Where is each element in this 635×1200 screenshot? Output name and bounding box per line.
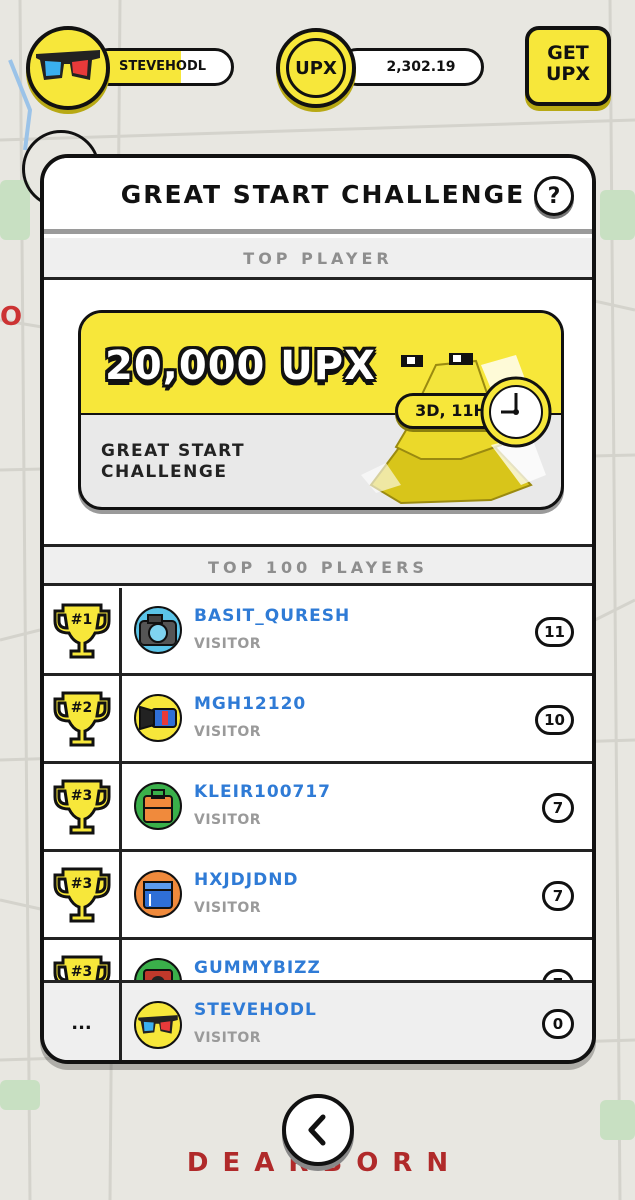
rank-label: #3 [70,787,93,804]
player-name[interactable]: HXJDJDND [194,870,299,890]
player-role: VISITOR [194,636,262,652]
player-score-badge: 11 [535,617,574,647]
player-role: VISITOR [194,724,262,740]
get-upx-label-line2: UPX [545,63,590,85]
rank-cell: #3 [44,764,122,849]
leaderboard-list: #1 BASIT_QURESH VISITOR 11 #2 MGH12120 V [44,588,592,1028]
player-score-badge: 10 [535,705,574,735]
map-edge-label: O [0,302,23,332]
get-upx-button[interactable]: GET UPX [525,26,611,106]
trophy-icon: #3 [53,777,111,837]
chevron-left-icon [308,1114,326,1146]
player-role: VISITOR [194,900,262,916]
rank-cell: #3 [44,852,122,937]
flashlight-icon [134,694,182,742]
back-button[interactable] [282,1094,354,1166]
trophy-icon: #3 [53,865,111,925]
leaderboard-row[interactable]: #3 KLEIR100717 VISITOR 7 [44,764,592,852]
self-player-role: VISITOR [194,1030,262,1046]
rank-cell: #2 [44,676,122,761]
rank-label: #2 [70,699,93,716]
help-button[interactable]: ? [534,176,574,216]
camera-icon [134,606,182,654]
3d-glasses-icon [36,50,100,80]
prize-name-line2: CHALLENGE [101,462,228,482]
rank-cell: #1 [44,588,122,673]
upx-balance-value: 2,302.19 [386,59,456,75]
rank-label: #3 [70,875,93,892]
player-name[interactable]: KLEIR100717 [194,782,331,802]
modal-title: GREAT START CHALLENGE [120,180,526,209]
self-player-name[interactable]: STEVEHODL [194,1000,317,1020]
trophy-icon: #2 [53,689,111,749]
prize-card[interactable]: 20,000 UPX GREAT START CHALLENGE 3D, 11H [78,310,564,510]
top100-section-header: TOP 100 PLAYERS [44,544,592,586]
leaderboard-row[interactable]: #2 MGH12120 VISITOR 10 [44,676,592,764]
upx-coin-label: UPX [286,38,346,98]
3d-glasses-icon [134,1001,182,1049]
player-name[interactable]: MGH12120 [194,694,306,714]
player-name[interactable]: BASIT_QURESH [194,606,350,626]
prize-name-line1: GREAT START [101,441,246,461]
player-name[interactable]: GUMMYBIZZ [194,958,321,978]
top-player-section-header: TOP PLAYER [44,238,592,280]
trophy-icon: #1 [53,601,111,661]
modal-header: GREAT START CHALLENGE ? [44,158,592,234]
self-score-badge: 0 [542,1009,574,1039]
clock-icon [480,376,552,448]
upx-coin-icon[interactable]: UPX [276,28,356,108]
prize-amount: 20,000 UPX [105,343,376,389]
player-avatar-button[interactable] [26,26,110,110]
leaderboard-row[interactable]: #3 HXJDJDND VISITOR 7 [44,852,592,940]
current-player-row[interactable]: ... STEVEHODL VISITOR 0 [44,980,592,1060]
suitcase-icon [134,782,182,830]
player-role: VISITOR [194,812,262,828]
rank-label: #3 [70,963,93,980]
cooler-icon [134,870,182,918]
prize-challenge-name: GREAT START CHALLENGE [101,441,245,483]
self-rank-cell: ... [44,983,122,1060]
rank-label: #1 [70,611,93,628]
username-pill[interactable]: STEVEHODL [90,48,234,86]
player-score-badge: 7 [542,881,574,911]
upx-balance-pill[interactable]: 2,302.19 [338,48,484,86]
get-upx-label-line1: GET [547,42,589,64]
leaderboard-row[interactable]: #1 BASIT_QURESH VISITOR 11 [44,588,592,676]
challenge-modal: GREAT START CHALLENGE ? TOP PLAYER 20,00… [40,154,596,1064]
player-score-badge: 7 [542,793,574,823]
username-label: STEVEHODL [119,59,207,74]
